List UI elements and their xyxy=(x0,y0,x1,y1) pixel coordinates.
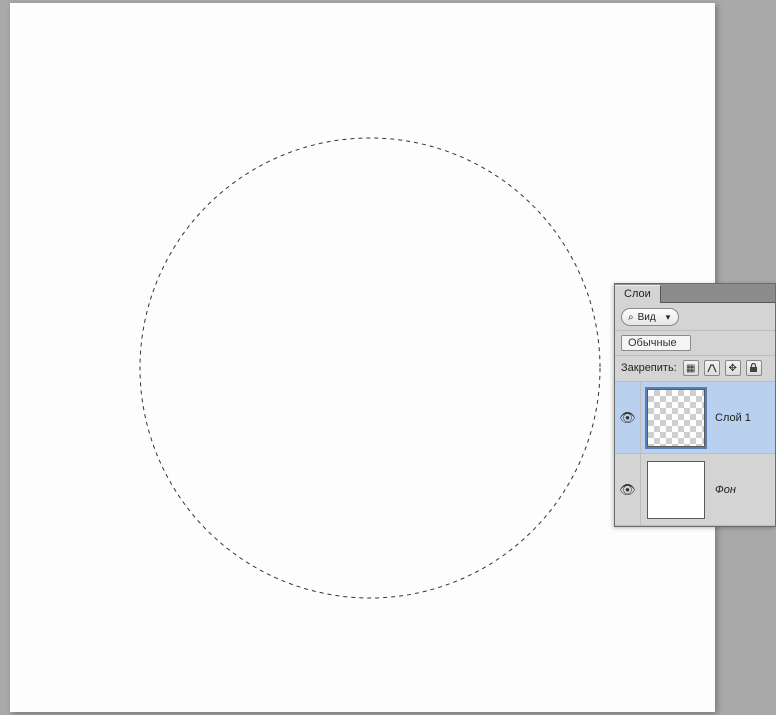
canvas[interactable] xyxy=(10,3,715,712)
layer-thumbnail-wrap xyxy=(641,383,709,453)
selection-marquee xyxy=(135,133,605,603)
layer-thumbnail[interactable] xyxy=(647,461,705,519)
panel-tab-bar: Слои xyxy=(615,284,775,303)
lock-row: Закрепить: ▦ ✥ xyxy=(615,356,775,382)
layer-row[interactable]: 👁 Слой 1 xyxy=(615,382,775,454)
lock-position-icon[interactable]: ✥ xyxy=(725,360,741,376)
layers-list: 👁 Слой 1 👁 Фон xyxy=(615,382,775,526)
layer-filter-row: ⌕ Вид ▾ xyxy=(615,303,775,331)
layer-filter-select[interactable]: ⌕ Вид ▾ xyxy=(621,308,679,326)
lock-icons: ▦ ✥ xyxy=(683,360,762,376)
tab-layers[interactable]: Слои xyxy=(615,285,661,303)
layer-row[interactable]: 👁 Фон xyxy=(615,454,775,526)
layer-name[interactable]: Слой 1 xyxy=(709,412,775,424)
chevron-down-icon: ▾ xyxy=(666,312,671,323)
layer-thumbnail[interactable] xyxy=(647,389,705,447)
eye-icon: 👁 xyxy=(619,482,636,498)
layers-panel: Слои ⌕ Вид ▾ Обычные Закрепить: ▦ ✥ 👁 xyxy=(614,283,776,527)
lock-transparent-icon[interactable]: ▦ xyxy=(683,360,699,376)
lock-label: Закрепить: xyxy=(621,362,677,374)
layer-name[interactable]: Фон xyxy=(709,484,775,496)
lock-pixels-icon[interactable] xyxy=(704,360,720,376)
visibility-toggle[interactable]: 👁 xyxy=(615,382,641,453)
blend-mode-select[interactable]: Обычные xyxy=(621,335,691,351)
search-icon: ⌕ xyxy=(628,312,634,323)
layer-filter-label: Вид xyxy=(638,312,656,323)
layer-thumbnail-wrap xyxy=(641,455,709,525)
blend-mode-row: Обычные xyxy=(615,331,775,356)
visibility-toggle[interactable]: 👁 xyxy=(615,454,641,525)
lock-all-icon[interactable] xyxy=(746,360,762,376)
eye-icon: 👁 xyxy=(619,410,636,426)
